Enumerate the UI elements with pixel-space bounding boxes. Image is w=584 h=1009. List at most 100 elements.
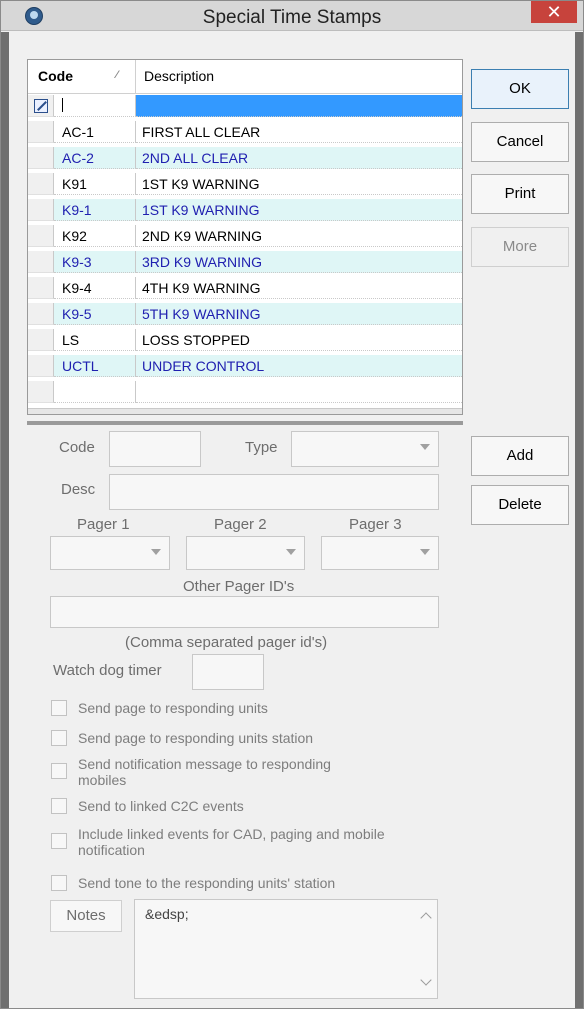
table-row[interactable]: LS LOSS STOPPED	[28, 329, 462, 351]
pager3-label: Pager 3	[349, 516, 402, 533]
row-code[interactable]: K92	[54, 225, 136, 247]
send-page-responding-units-label: Send page to responding units	[78, 700, 268, 716]
row-selector[interactable]	[28, 303, 54, 325]
column-header-description[interactable]: Description	[136, 60, 462, 94]
text-caret	[62, 98, 63, 112]
desc-input[interactable]	[109, 474, 439, 510]
row-description[interactable]: FIRST ALL CLEAR	[136, 121, 462, 143]
row-selector[interactable]	[28, 329, 54, 351]
pager1-label: Pager 1	[77, 516, 130, 533]
window-title: Special Time Stamps	[202, 7, 382, 28]
code-label: Code	[59, 439, 95, 456]
row-description[interactable]: 5TH K9 WARNING	[136, 303, 462, 325]
chevron-down-icon	[286, 549, 296, 555]
column-header-code-label: Code	[38, 68, 73, 84]
close-button[interactable]: ✕	[531, 1, 577, 23]
print-button[interactable]: Print	[471, 174, 569, 214]
send-linked-c2c-checkbox[interactable]	[51, 798, 67, 814]
grid-horizontal-scrollbar[interactable]	[28, 408, 462, 414]
row-description[interactable]: 1ST K9 WARNING	[136, 199, 462, 221]
table-row[interactable]: K9-3 3RD K9 WARNING	[28, 251, 462, 273]
row-selector[interactable]	[28, 277, 54, 299]
row-code[interactable]: K9-5	[54, 303, 136, 325]
send-notification-mobiles-checkbox[interactable]	[51, 763, 67, 779]
row-code[interactable]: AC-2	[54, 147, 136, 169]
row-code[interactable]: LS	[54, 329, 136, 351]
scroll-up-icon[interactable]	[420, 912, 432, 924]
row-selector[interactable]	[28, 355, 54, 377]
table-row[interactable]: UCTL UNDER CONTROL	[28, 355, 462, 377]
send-page-responding-station-checkbox[interactable]	[51, 730, 67, 746]
row-selector[interactable]	[28, 121, 54, 143]
pager3-select[interactable]	[321, 536, 439, 570]
include-linked-events-label: Include linked events for CAD, paging an…	[78, 826, 385, 858]
table-row-empty[interactable]	[28, 381, 462, 403]
send-tone-station-label: Send tone to the responding units' stati…	[78, 875, 336, 891]
chevron-down-icon	[420, 444, 430, 450]
row-description[interactable]: 2ND ALL CLEAR	[136, 147, 462, 169]
new-row-code-cell[interactable]	[54, 95, 136, 117]
notes-textarea[interactable]: &edsp;	[134, 899, 438, 999]
more-button[interactable]: More	[471, 227, 569, 267]
add-button[interactable]: Add	[471, 436, 569, 476]
row-description[interactable]	[136, 381, 462, 403]
row-code[interactable]	[54, 381, 136, 403]
row-code[interactable]: K9-1	[54, 199, 136, 221]
row-selector[interactable]	[28, 199, 54, 221]
scroll-down-icon[interactable]	[420, 974, 432, 986]
pager2-select[interactable]	[186, 536, 305, 570]
notes-button[interactable]: Notes	[50, 900, 122, 932]
send-page-responding-units-checkbox[interactable]	[51, 700, 67, 716]
table-row[interactable]: AC-2 2ND ALL CLEAR	[28, 147, 462, 169]
table-row[interactable]: AC-1 FIRST ALL CLEAR	[28, 121, 462, 143]
table-row[interactable]: K9-5 5TH K9 WARNING	[28, 303, 462, 325]
new-row-description-cell[interactable]	[136, 95, 462, 117]
row-description[interactable]: LOSS STOPPED	[136, 329, 462, 351]
table-row[interactable]: K91 1ST K9 WARNING	[28, 173, 462, 195]
row-selector[interactable]	[28, 95, 54, 117]
watchdog-label: Watch dog timer	[53, 662, 162, 679]
cancel-button[interactable]: Cancel	[471, 122, 569, 162]
other-pager-label: Other Pager ID's	[183, 578, 295, 595]
type-label: Type	[245, 439, 278, 456]
delete-button[interactable]: Delete	[471, 485, 569, 525]
row-description[interactable]: 2ND K9 WARNING	[136, 225, 462, 247]
sort-indicator-icon: ⁄	[116, 69, 118, 81]
row-description[interactable]: UNDER CONTROL	[136, 355, 462, 377]
type-select[interactable]	[291, 431, 439, 467]
notes-text: &edsp;	[145, 906, 189, 922]
row-description[interactable]: 4TH K9 WARNING	[136, 277, 462, 299]
grid-splitter[interactable]	[27, 421, 463, 425]
code-input[interactable]	[109, 431, 201, 467]
ok-button[interactable]: OK	[471, 69, 569, 109]
table-row[interactable]: K9-1 1ST K9 WARNING	[28, 199, 462, 221]
row-code[interactable]: K91	[54, 173, 136, 195]
row-code[interactable]: UCTL	[54, 355, 136, 377]
time-stamp-grid[interactable]: Code ⁄ Description AC-1 FIRST ALL CLEAR …	[27, 59, 463, 415]
pager2-label: Pager 2	[214, 516, 267, 533]
grid-new-row[interactable]	[28, 95, 462, 117]
notes-scrollbar[interactable]	[417, 900, 437, 998]
row-selector[interactable]	[28, 225, 54, 247]
row-description[interactable]: 1ST K9 WARNING	[136, 173, 462, 195]
watchdog-timer-input[interactable]	[192, 654, 264, 690]
row-code[interactable]: AC-1	[54, 121, 136, 143]
row-selector[interactable]	[28, 251, 54, 273]
send-tone-station-checkbox[interactable]	[51, 875, 67, 891]
row-selector[interactable]	[28, 381, 54, 403]
row-selector[interactable]	[28, 147, 54, 169]
row-code[interactable]: K9-3	[54, 251, 136, 273]
row-selector[interactable]	[28, 173, 54, 195]
pager1-select[interactable]	[50, 536, 170, 570]
grid-header: Code ⁄ Description	[28, 60, 462, 94]
row-code[interactable]: K9-4	[54, 277, 136, 299]
include-linked-events-checkbox[interactable]	[51, 833, 67, 849]
title-bar: Special Time Stamps ✕	[1, 1, 583, 31]
send-notification-mobiles-label: Send notification message to responding …	[78, 756, 331, 788]
chevron-down-icon	[151, 549, 161, 555]
other-pager-input[interactable]	[50, 596, 439, 628]
row-description[interactable]: 3RD K9 WARNING	[136, 251, 462, 273]
column-header-code[interactable]: Code ⁄	[28, 60, 136, 94]
table-row[interactable]: K9-4 4TH K9 WARNING	[28, 277, 462, 299]
table-row[interactable]: K92 2ND K9 WARNING	[28, 225, 462, 247]
